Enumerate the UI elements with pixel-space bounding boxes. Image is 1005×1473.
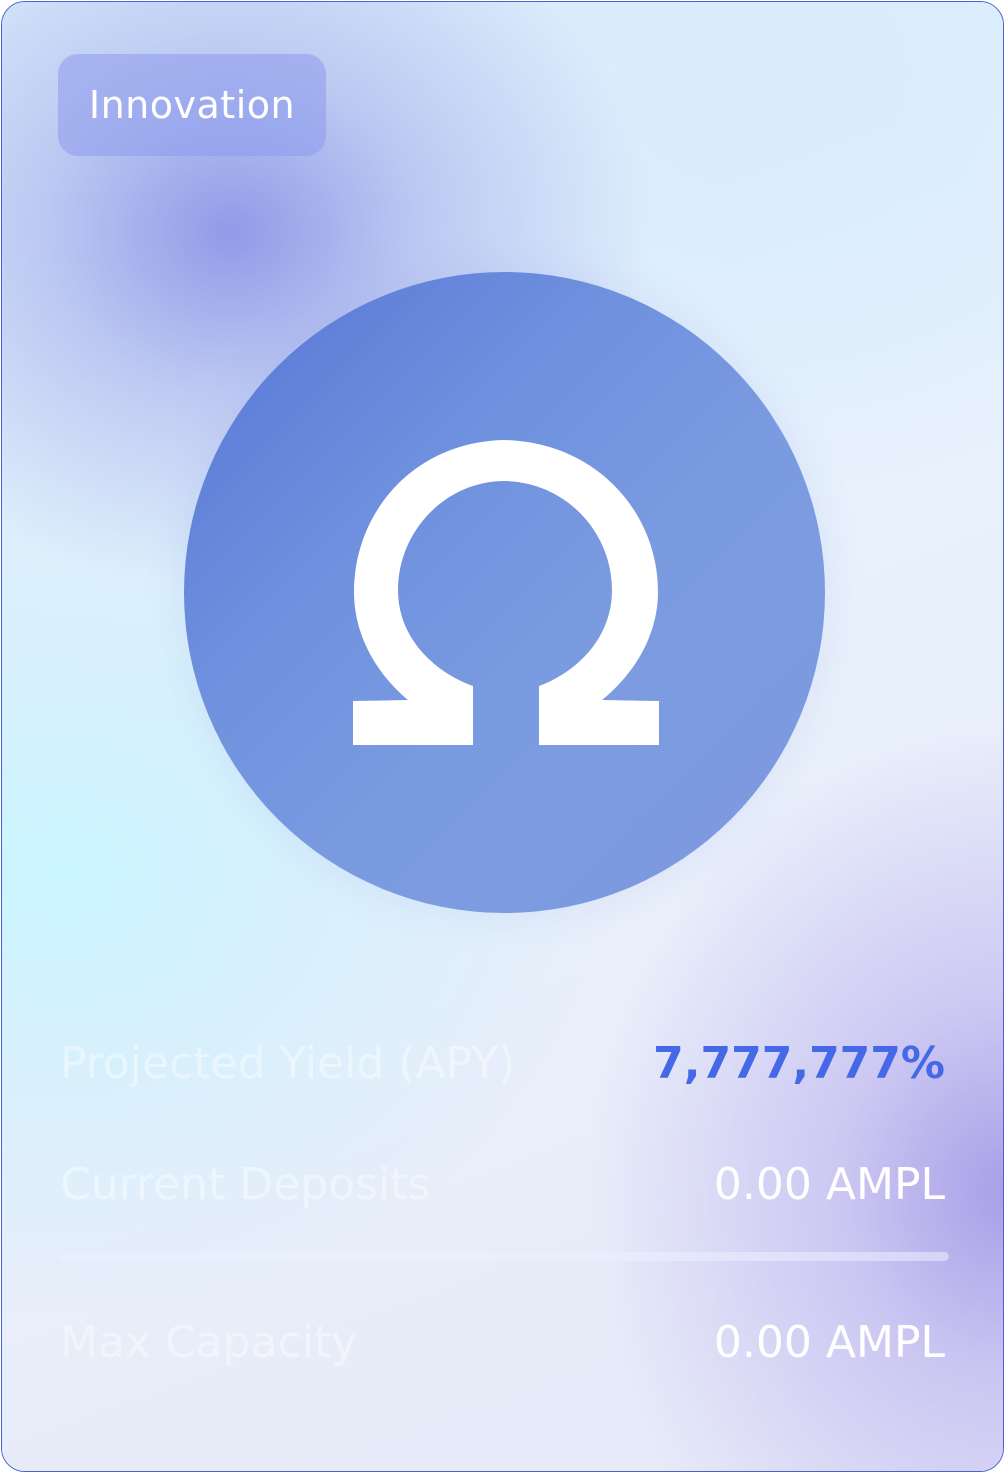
current-deposits-value: 0.00 AMPL (713, 1159, 945, 1210)
apy-value: 7,777,777% (653, 1038, 945, 1089)
omega-icon (353, 440, 659, 745)
max-capacity-label: Max Capacity (60, 1317, 358, 1368)
apy-label: Projected Yield (APY) (60, 1038, 516, 1089)
category-badge-label: Innovation (88, 83, 296, 127)
vault-card[interactable]: Innovation Projected Yield (APY) 7,777,7… (1, 1, 1004, 1472)
capacity-progress-bar (60, 1252, 949, 1261)
token-logo (184, 272, 825, 913)
max-capacity-value: 0.00 AMPL (713, 1317, 945, 1368)
category-badge: Innovation (58, 54, 326, 156)
current-deposits-label: Current Deposits (60, 1159, 431, 1210)
